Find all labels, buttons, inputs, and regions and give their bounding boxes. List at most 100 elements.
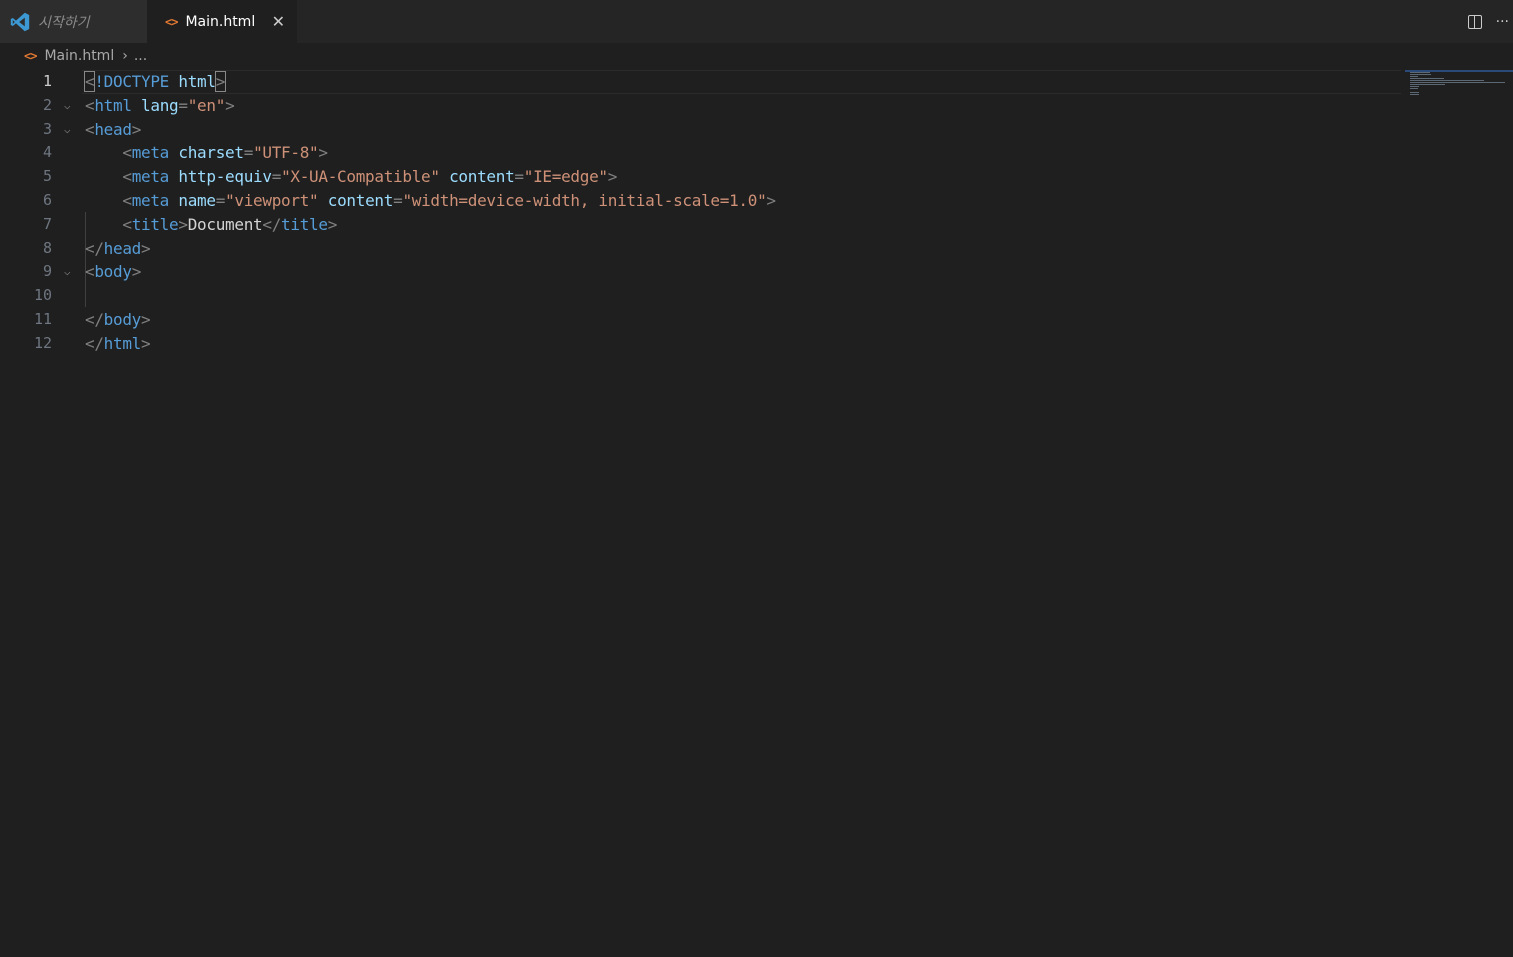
line-number: 8 (42, 238, 52, 257)
code-token: meta (131, 190, 170, 210)
tab-main-html[interactable]: <> Main.html ✕ (147, 0, 297, 43)
minimap[interactable] (1405, 70, 1513, 957)
minimap-line (1410, 76, 1418, 77)
code-token: head (103, 238, 142, 258)
minimap-line (1410, 92, 1420, 93)
code-token: > (141, 333, 151, 353)
code-token: body (103, 309, 142, 329)
chevron-down-icon[interactable]: ⌵ (64, 94, 71, 118)
code-line[interactable]: 5 <meta http-equiv="X-UA-Compatible" con… (0, 165, 1405, 189)
code-token: < (83, 71, 96, 92)
code-token: = (514, 167, 524, 187)
code-text: <meta http-equiv="X-UA-Compatible" conte… (85, 165, 617, 189)
code-token: </ (85, 238, 104, 258)
html-file-icon: <> (24, 49, 37, 63)
minimap-line (1410, 72, 1430, 73)
code-token: html (178, 72, 216, 91)
code-line[interactable]: 11 </body> (0, 308, 1405, 332)
code-token: = (243, 143, 254, 163)
code-line[interactable]: 7 <title>Document</title> (0, 213, 1405, 237)
html-file-icon: <> (165, 14, 178, 29)
code-token: !DOCTYPE (94, 72, 170, 91)
minimap-line (1410, 94, 1420, 95)
minimap-line (1410, 84, 1446, 85)
code-token: > (141, 238, 151, 258)
split-editor-icon[interactable] (1467, 14, 1482, 29)
code-line[interactable]: 2 ⌵ <html lang="en"> (0, 94, 1405, 118)
code-token: charset (178, 143, 244, 163)
code-line[interactable]: 6 <meta name="viewport" content="width=d… (0, 189, 1405, 213)
code-text: </body> (85, 308, 151, 332)
code-token: "IE=edge" (523, 167, 608, 187)
code-token: < (85, 95, 95, 115)
line-number: 12 (33, 333, 52, 352)
code-token: "UTF-8" (253, 143, 319, 163)
code-line[interactable]: 1 <!DOCTYPE html> (0, 70, 1405, 94)
code-token: http-equiv (178, 167, 272, 187)
code-token: > (131, 262, 142, 282)
tab-welcome[interactable]: 시작하기 (0, 0, 147, 43)
chevron-down-icon[interactable]: ⌵ (64, 260, 71, 284)
code-token: < (122, 143, 132, 163)
code-text: <html lang="en"> (85, 94, 235, 118)
line-number: 1 (42, 72, 52, 90)
code-line[interactable]: 10 (0, 284, 1405, 308)
code-token: </ (85, 333, 104, 353)
close-icon[interactable]: ✕ (272, 13, 285, 30)
code-line[interactable]: 3 ⌵ <head> (0, 118, 1405, 142)
minimap-line (1410, 80, 1485, 81)
code-token: content (327, 190, 394, 210)
breadcrumb-more[interactable]: ... (134, 48, 147, 64)
minimap-line (1410, 82, 1505, 83)
code-line[interactable]: 4 <meta charset="UTF-8"> (0, 141, 1405, 165)
code-token: meta (131, 167, 170, 187)
line-number: 3 (42, 119, 52, 138)
line-number: 9 (42, 262, 52, 281)
code-line[interactable]: 9 ⌵ <body> (0, 260, 1405, 284)
code-token: = (271, 167, 282, 187)
code-token: "width=device-width, initial-scale=1.0" (402, 190, 767, 210)
line-number: 7 (42, 214, 52, 233)
breadcrumb-file[interactable]: Main.html (44, 48, 114, 64)
tab-label: Main.html (185, 13, 256, 30)
code-text: <body> (85, 260, 141, 284)
code-token: content (449, 167, 515, 187)
code-token: </ (262, 214, 282, 234)
minimap-line (1410, 86, 1420, 87)
code-token: < (122, 190, 132, 210)
code-token: = (215, 190, 226, 210)
line-number: 4 (42, 143, 52, 162)
code-text: </html> (85, 332, 151, 356)
code-token: body (94, 262, 132, 282)
chevron-down-icon[interactable]: ⌵ (64, 118, 71, 142)
tab-label: 시작하기 (38, 14, 90, 31)
line-number: 10 (33, 286, 52, 305)
code-token: html (103, 333, 142, 353)
code-token: > (327, 214, 338, 234)
code-text: </head> (85, 237, 151, 261)
code-token: > (607, 167, 618, 187)
code-line[interactable]: 12 </html> (0, 332, 1405, 356)
minimap-line (1410, 78, 1444, 79)
line-number: 6 (42, 190, 52, 209)
code-text: <head> (85, 118, 141, 142)
minimap-line (1410, 88, 1418, 89)
code-token: > (214, 71, 227, 92)
code-text: <title>Document</title> (85, 213, 337, 237)
code-editor[interactable]: 1 <!DOCTYPE html> 2 ⌵ <html lang="en"> 3 ⌵ <hea… (0, 70, 1405, 957)
code-token: = (178, 95, 188, 115)
code-line[interactable]: 8 </head> (0, 237, 1405, 261)
tab-bar: 시작하기 <> Main.html ✕ ··· (0, 0, 1513, 43)
line-number: 2 (42, 95, 52, 114)
more-actions-icon[interactable]: ··· (1496, 14, 1509, 30)
code-token: name (178, 190, 216, 210)
code-token: > (131, 119, 142, 139)
code-token: > (766, 190, 776, 210)
editor-actions: ··· (1467, 0, 1513, 43)
